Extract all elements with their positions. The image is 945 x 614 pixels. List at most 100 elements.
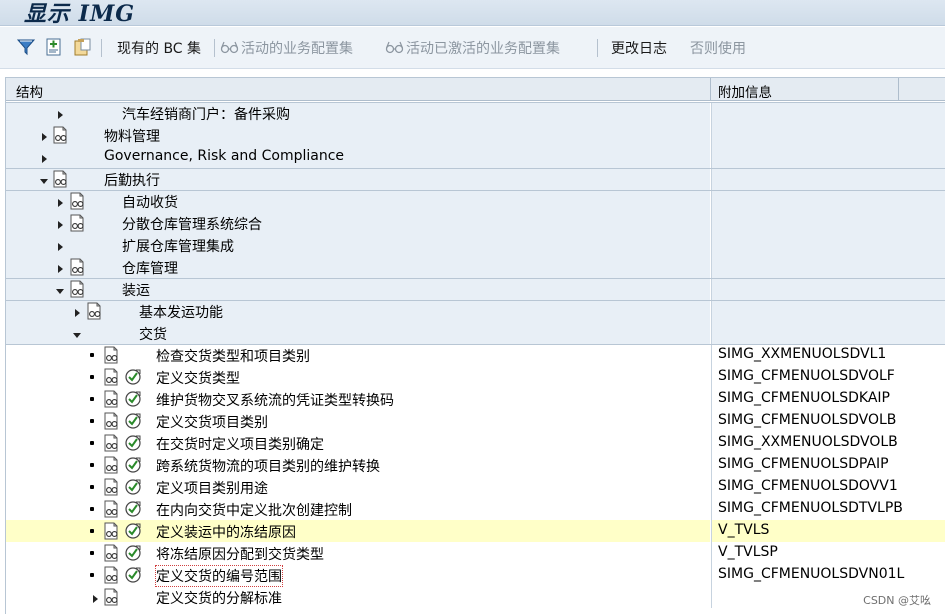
documentation-icon[interactable] xyxy=(102,522,120,540)
tree-row[interactable]: 定义交货的分解标准 xyxy=(6,586,945,608)
structure-cell[interactable]: 定义交货的编号范围 xyxy=(6,564,710,587)
tree-node-label[interactable]: 定义项目类别用途 xyxy=(156,478,268,498)
tree-row[interactable]: 汽车经销商门户：备件采购 xyxy=(6,102,945,124)
tree-row[interactable]: 在内向交货中定义批次创建控制 SIMG_CFMENUOLSDTVLPB xyxy=(6,498,945,520)
documentation-icon[interactable] xyxy=(102,346,120,364)
expand-arrow-icon[interactable] xyxy=(39,152,49,163)
tree-node-label[interactable]: 在内向交货中定义批次创建控制 xyxy=(156,500,352,520)
column-divider[interactable] xyxy=(898,78,899,101)
execute-activity-icon[interactable] xyxy=(124,566,142,584)
execute-activity-icon[interactable] xyxy=(124,478,142,496)
tree-node-label[interactable]: 检查交货类型和项目类别 xyxy=(156,346,310,366)
column-header-structure[interactable]: 结构 xyxy=(16,81,43,101)
active-config-set-button[interactable]: 活动的业务配置集 xyxy=(241,38,353,58)
tree-row[interactable]: 定义交货的编号范围 SIMG_CFMENUOLSDVN01L xyxy=(6,564,945,587)
structure-cell[interactable]: 自动收货 xyxy=(6,190,710,212)
structure-cell[interactable]: 将冻结原因分配到交货类型 xyxy=(6,542,710,564)
structure-cell[interactable]: 在内向交货中定义批次创建控制 xyxy=(6,498,710,520)
collapse-arrow-icon[interactable] xyxy=(72,328,82,338)
expand-arrow-icon[interactable] xyxy=(90,592,100,603)
tree-node-label[interactable]: 物料管理 xyxy=(104,126,160,146)
tree-row[interactable]: 维护货物交叉系统流的凭证类型转换码 SIMG_CFMENUOLSDKAIP xyxy=(6,388,945,410)
tree-row[interactable]: Governance, Risk and Compliance xyxy=(6,146,945,168)
documentation-icon[interactable] xyxy=(51,126,69,144)
execute-activity-icon[interactable] xyxy=(124,522,142,540)
documentation-icon[interactable] xyxy=(102,544,120,562)
expand-arrow-icon[interactable] xyxy=(55,108,65,119)
tree-row[interactable]: 物料管理 xyxy=(6,124,945,146)
tree-row[interactable]: 后勤执行 xyxy=(6,168,945,190)
structure-cell[interactable]: 汽车经销商门户：备件采购 xyxy=(6,102,710,124)
tree-row[interactable]: 扩展仓库管理集成 xyxy=(6,234,945,256)
activated-config-set-button[interactable]: 活动已激活的业务配置集 xyxy=(406,38,560,58)
tree-node-label[interactable]: 自动收货 xyxy=(122,192,178,212)
documentation-icon[interactable] xyxy=(68,258,86,276)
tree-node-label[interactable]: 将冻结原因分配到交货类型 xyxy=(156,544,324,564)
documentation-icon[interactable] xyxy=(102,478,120,496)
documentation-icon[interactable] xyxy=(102,390,120,408)
expand-arrow-icon[interactable] xyxy=(55,218,65,229)
tree-row[interactable]: 基本发运功能 xyxy=(6,300,945,322)
filter-icon[interactable] xyxy=(16,37,36,57)
tree-row[interactable]: 跨系统货物流的项目类别的维护转换 SIMG_CFMENUOLSDPAIP xyxy=(6,454,945,476)
documentation-icon[interactable] xyxy=(102,588,120,606)
execute-activity-icon[interactable] xyxy=(124,390,142,408)
documentation-icon[interactable] xyxy=(68,280,86,298)
tree-node-label[interactable]: 在交货时定义项目类别确定 xyxy=(156,434,324,454)
expand-arrow-icon[interactable] xyxy=(39,130,49,141)
documentation-icon[interactable] xyxy=(102,456,120,474)
collapse-arrow-icon[interactable] xyxy=(39,174,49,184)
tree-row[interactable]: 分散仓库管理系统综合 xyxy=(6,212,945,234)
expand-arrow-icon[interactable] xyxy=(72,306,82,317)
current-bc-set-button[interactable]: 现有的 BC 集 xyxy=(117,38,201,58)
tree-node-label[interactable]: 定义交货的分解标准 xyxy=(156,588,282,608)
column-divider[interactable] xyxy=(710,78,711,101)
tree-node-label[interactable]: 基本发运功能 xyxy=(139,302,223,322)
execute-activity-icon[interactable] xyxy=(124,368,142,386)
tree-node-label[interactable]: 维护货物交叉系统流的凭证类型转换码 xyxy=(156,390,394,410)
tree-node-label[interactable]: 分散仓库管理系统综合 xyxy=(122,214,262,234)
tree-node-label[interactable]: 装运 xyxy=(122,280,150,300)
execute-activity-icon[interactable] xyxy=(124,412,142,430)
tree-node-label[interactable]: Governance, Risk and Compliance xyxy=(104,148,344,164)
structure-cell[interactable]: 分散仓库管理系统综合 xyxy=(6,212,710,234)
new-node-icon[interactable] xyxy=(44,37,64,57)
tree-row[interactable]: 仓库管理 xyxy=(6,256,945,278)
expand-arrow-icon[interactable] xyxy=(55,240,65,251)
tree-node-label[interactable]: 跨系统货物流的项目类别的维护转换 xyxy=(156,456,380,476)
tree-row[interactable]: 将冻结原因分配到交货类型 V_TVLSP xyxy=(6,542,945,564)
structure-cell[interactable]: 检查交货类型和项目类别 xyxy=(6,344,710,366)
structure-cell[interactable]: 物料管理 xyxy=(6,124,710,146)
structure-cell[interactable]: 跨系统货物流的项目类别的维护转换 xyxy=(6,454,710,476)
tree-node-label[interactable]: 定义交货项目类别 xyxy=(156,412,268,432)
documentation-icon[interactable] xyxy=(68,192,86,210)
structure-cell[interactable]: 定义交货的分解标准 xyxy=(6,586,710,608)
structure-cell[interactable]: 装运 xyxy=(6,278,710,300)
otherwise-use-button[interactable]: 否则使用 xyxy=(690,38,746,58)
tree-node-label[interactable]: 交货 xyxy=(139,324,167,344)
execute-activity-icon[interactable] xyxy=(124,544,142,562)
tree-row[interactable]: 定义交货类型 SIMG_CFMENUOLSDVOLF xyxy=(6,366,945,388)
structure-cell[interactable]: Governance, Risk and Compliance xyxy=(6,146,710,168)
documentation-icon[interactable] xyxy=(85,302,103,320)
tree-node-label[interactable]: 定义交货类型 xyxy=(156,368,240,388)
documentation-icon[interactable] xyxy=(102,412,120,430)
tree-row[interactable]: 自动收货 xyxy=(6,190,945,212)
structure-cell[interactable]: 维护货物交叉系统流的凭证类型转换码 xyxy=(6,388,710,410)
structure-cell[interactable]: 扩展仓库管理集成 xyxy=(6,234,710,256)
structure-cell[interactable]: 定义项目类别用途 xyxy=(6,476,710,498)
tree-node-label[interactable]: 扩展仓库管理集成 xyxy=(122,236,234,256)
tree-node-label[interactable]: 定义装运中的冻结原因 xyxy=(156,522,296,542)
tree-row[interactable]: 定义装运中的冻结原因 V_TVLS xyxy=(6,520,945,542)
tree-node-label[interactable]: 仓库管理 xyxy=(122,258,178,278)
structure-cell[interactable]: 在交货时定义项目类别确定 xyxy=(6,432,710,454)
documentation-icon[interactable] xyxy=(68,214,86,232)
structure-cell[interactable]: 交货 xyxy=(6,322,710,344)
documentation-icon[interactable] xyxy=(102,434,120,452)
structure-cell[interactable]: 后勤执行 xyxy=(6,168,710,190)
column-header-additional-info[interactable]: 附加信息 xyxy=(718,81,772,101)
collapse-arrow-icon[interactable] xyxy=(55,284,65,294)
documentation-icon[interactable] xyxy=(102,368,120,386)
tree-row[interactable]: 在交货时定义项目类别确定 SIMG_XXMENUOLSDVOLB xyxy=(6,432,945,454)
tree-row[interactable]: 装运 xyxy=(6,278,945,300)
